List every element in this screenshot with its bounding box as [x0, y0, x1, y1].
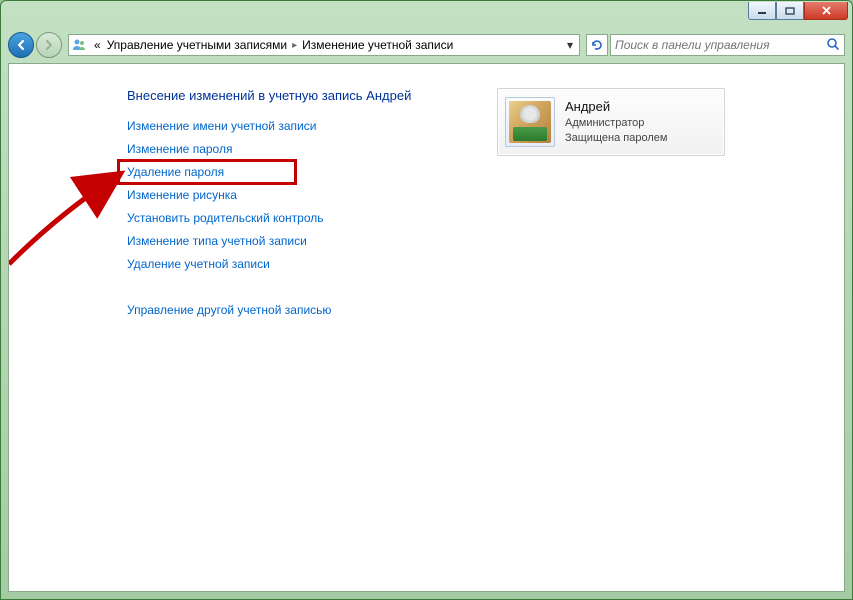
link-change-picture[interactable]: Изменение рисунка	[127, 188, 467, 202]
maximize-button[interactable]	[776, 2, 804, 20]
address-dropdown-icon[interactable]: ▾	[563, 38, 577, 52]
nav-forward-button[interactable]	[36, 32, 62, 58]
search-bar[interactable]	[610, 34, 845, 56]
refresh-button[interactable]	[586, 34, 608, 56]
link-rename-account[interactable]: Изменение имени учетной записи	[127, 119, 467, 133]
account-info: Андрей Администратор Защищена паролем	[565, 98, 667, 145]
link-delete-password[interactable]: Удаление пароля	[127, 165, 224, 179]
avatar-frame	[505, 97, 555, 147]
account-role: Администратор	[565, 116, 667, 131]
link-delete-password-wrapper: Удаление пароля	[127, 165, 467, 179]
breadcrumb-seg-1[interactable]: Управление учетными записями	[104, 35, 290, 55]
chevron-right-icon[interactable]: ▸	[290, 40, 299, 51]
close-button[interactable]	[804, 2, 848, 20]
search-icon[interactable]	[826, 37, 840, 54]
link-change-password[interactable]: Изменение пароля	[127, 142, 467, 156]
users-icon	[71, 37, 87, 53]
breadcrumb-seg-2[interactable]: Изменение учетной записи	[299, 35, 456, 55]
window-controls	[748, 2, 848, 20]
link-change-type[interactable]: Изменение типа учетной записи	[127, 234, 467, 248]
minimize-button[interactable]	[748, 2, 776, 20]
toolbar: « Управление учетными записями ▸ Изменен…	[8, 29, 845, 61]
titlebar	[1, 1, 852, 29]
account-name: Андрей	[565, 98, 667, 116]
content-area: Внесение изменений в учетную запись Андр…	[8, 63, 845, 592]
address-bar[interactable]: « Управление учетными записями ▸ Изменен…	[68, 34, 580, 56]
account-status: Защищена паролем	[565, 131, 667, 146]
nav-back-button[interactable]	[8, 32, 34, 58]
page-title: Внесение изменений в учетную запись Андр…	[127, 88, 467, 103]
action-links: Изменение имени учетной записи Изменение…	[127, 119, 467, 317]
avatar-icon	[509, 101, 551, 143]
link-manage-other[interactable]: Управление другой учетной записью	[127, 303, 467, 317]
account-card: Андрей Администратор Защищена паролем	[497, 88, 725, 156]
options-column: Внесение изменений в учетную запись Андр…	[127, 88, 467, 317]
link-delete-account[interactable]: Удаление учетной записи	[127, 257, 467, 271]
link-parental-controls[interactable]: Установить родительский контроль	[127, 211, 467, 225]
window-frame: « Управление учетными записями ▸ Изменен…	[0, 0, 853, 600]
search-input[interactable]	[615, 38, 826, 52]
breadcrumb-prefix[interactable]: «	[91, 35, 104, 55]
